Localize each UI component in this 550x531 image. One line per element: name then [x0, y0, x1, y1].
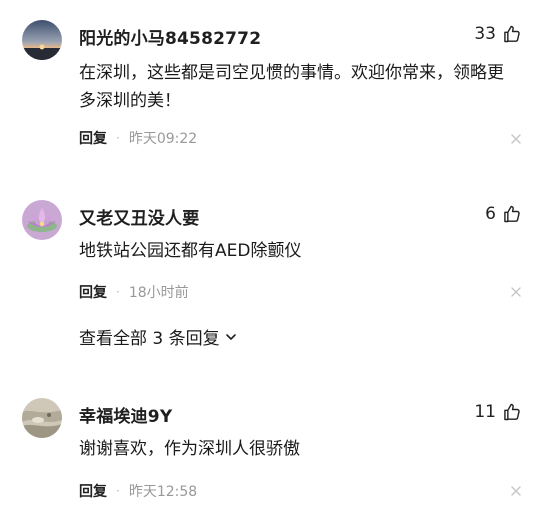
like-button[interactable]: 11: [474, 402, 522, 422]
separator-dot: ·: [116, 484, 120, 498]
reply-button[interactable]: 回复: [79, 128, 107, 148]
username[interactable]: 阳光的小马84582772: [79, 24, 261, 49]
comment-text: 在深圳，这些都是司空见惯的事情。欢迎你常来，领略更多深圳的美！: [79, 63, 504, 111]
view-all-replies-label: 查看全部 3 条回复: [79, 329, 220, 349]
like-button[interactable]: 6: [485, 204, 522, 224]
timestamp: 18小时前: [128, 285, 189, 301]
thumbs-up-icon[interactable]: [502, 402, 522, 422]
chevron-down-icon: [225, 333, 236, 340]
separator-dot: ·: [116, 131, 120, 145]
like-count: 6: [485, 204, 496, 224]
username[interactable]: 又老又丑没人要: [79, 204, 199, 229]
avatar[interactable]: [22, 200, 62, 240]
avatar[interactable]: [22, 398, 62, 438]
username[interactable]: 幸福埃迪9Y: [79, 402, 172, 427]
timestamp: 昨天12:58: [128, 484, 198, 500]
reply-button[interactable]: 回复: [79, 282, 107, 302]
close-icon[interactable]: [510, 133, 522, 145]
timestamp: 昨天09:22: [128, 131, 198, 147]
avatar[interactable]: [22, 20, 62, 60]
comment-text: 地铁站公园还都有AED除颤仪: [79, 241, 302, 261]
lotus-avatar-icon: [22, 200, 62, 240]
view-all-replies-button[interactable]: 查看全部 3 条回复: [79, 324, 238, 349]
separator-dot: ·: [116, 285, 120, 299]
comment-meta: 回复 · 昨天09:22: [79, 128, 197, 148]
comment-text: 谢谢喜欢，作为深圳人很骄傲: [79, 439, 300, 459]
sand-avatar-icon: [22, 398, 62, 438]
close-icon[interactable]: [510, 286, 522, 298]
comment-meta: 回复 · 18小时前: [79, 282, 189, 302]
thumbs-up-icon[interactable]: [502, 24, 522, 44]
sunset-avatar-icon: [22, 20, 62, 60]
like-button[interactable]: 33: [474, 24, 522, 44]
comment-meta: 回复 · 昨天12:58: [79, 481, 197, 501]
thumbs-up-icon[interactable]: [502, 204, 522, 224]
like-count: 33: [474, 24, 496, 44]
reply-button[interactable]: 回复: [79, 481, 107, 501]
close-icon[interactable]: [510, 485, 522, 497]
like-count: 11: [474, 402, 496, 422]
